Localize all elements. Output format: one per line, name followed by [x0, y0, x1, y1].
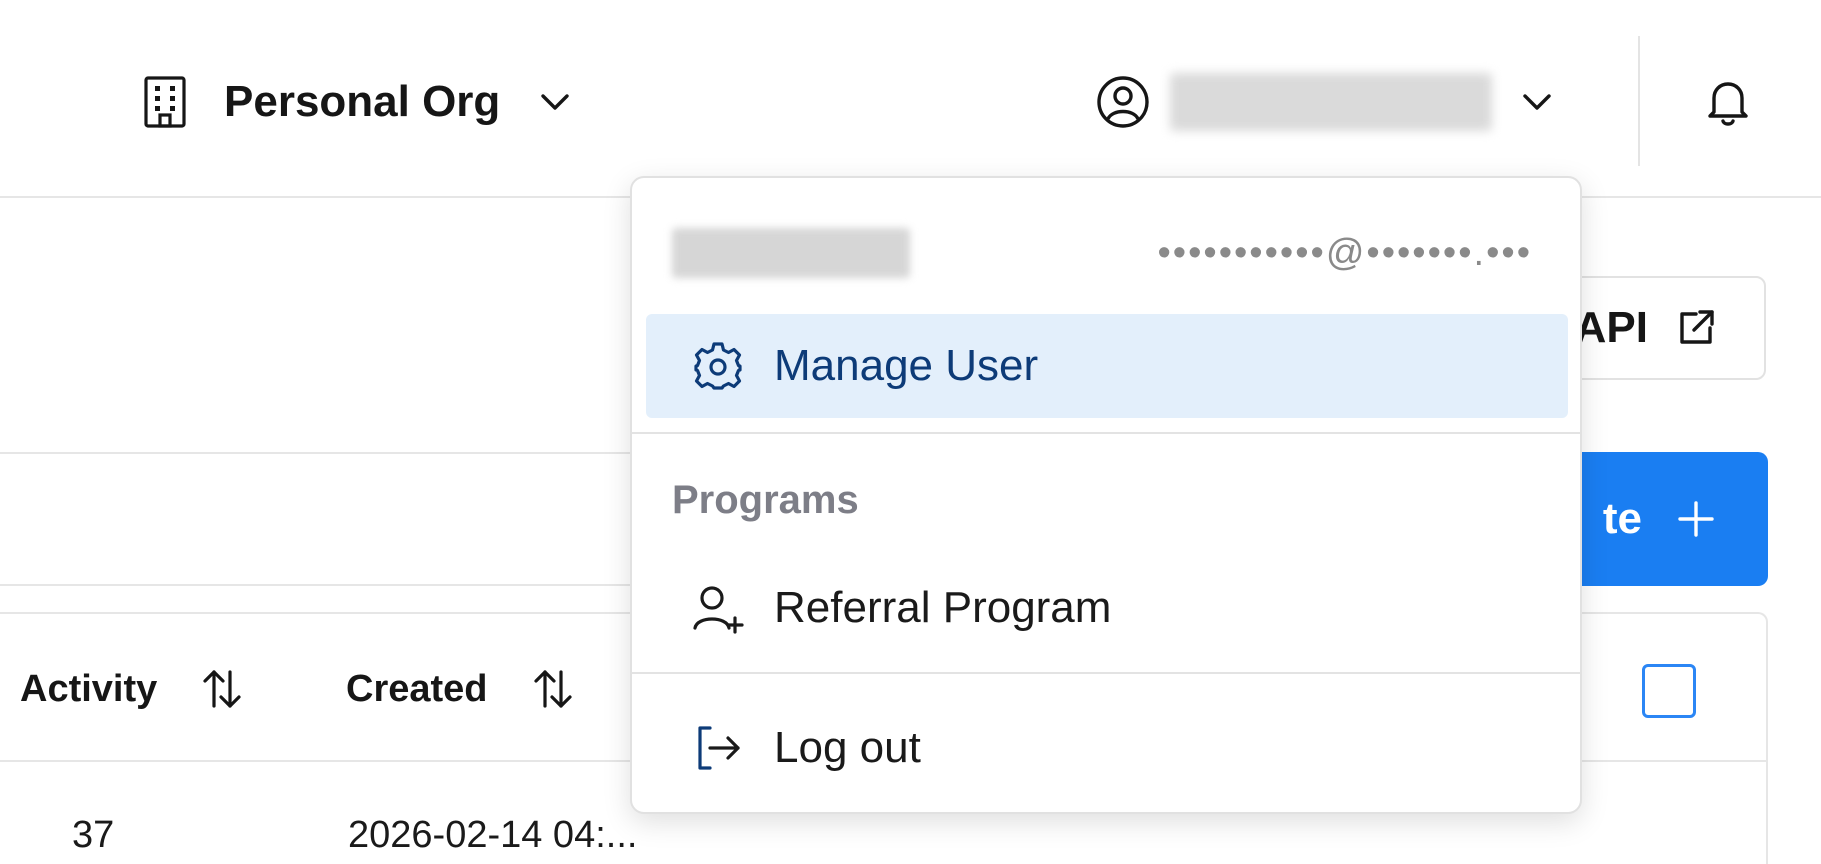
top-header: Personal Org	[0, 0, 1821, 198]
select-all-checkbox[interactable]	[1642, 664, 1696, 718]
programs-section-heading: Programs	[672, 478, 859, 522]
api-button-label: API	[1574, 303, 1648, 352]
dropdown-user-name-redacted	[672, 228, 910, 278]
create-button-label: te	[1602, 494, 1642, 543]
column-header-label: Activity	[20, 667, 158, 710]
referral-program-item[interactable]: Referral Program	[646, 556, 1568, 660]
column-header-created[interactable]: Created	[346, 666, 576, 712]
logout-icon	[698, 726, 740, 770]
column-header-label: Created	[346, 667, 488, 710]
column-header-activity[interactable]: Activity	[20, 666, 245, 712]
user-dropdown-menu: •••••••••••@•••••••.••• Manage User Prog…	[630, 176, 1582, 814]
user-name-redacted	[1170, 73, 1492, 131]
plus-icon	[1678, 501, 1714, 537]
table-cell-activity: 37	[72, 814, 115, 856]
bell-icon[interactable]	[1700, 74, 1756, 130]
chevron-down-icon	[541, 94, 570, 110]
logout-item[interactable]: Log out	[646, 696, 1568, 800]
manage-user-item[interactable]: Manage User	[646, 314, 1568, 418]
sort-icon[interactable]	[530, 666, 576, 712]
menu-divider	[632, 432, 1580, 434]
org-name: Personal Org	[224, 77, 501, 126]
gear-icon	[694, 342, 742, 390]
chevron-down-icon	[1523, 94, 1551, 110]
user-circle-icon	[1097, 76, 1149, 128]
user-plus-icon	[693, 586, 744, 634]
user-menu-trigger[interactable]	[1096, 72, 1556, 132]
table-cell-created: 2026-02-14 04:...	[348, 814, 638, 856]
org-switcher[interactable]: Personal Org	[140, 72, 574, 132]
external-link-icon	[1680, 310, 1714, 344]
header-divider	[1638, 36, 1640, 166]
building-icon	[140, 75, 190, 129]
manage-user-label: Manage User	[774, 341, 1039, 390]
dropdown-user-email: •••••••••••@•••••••.•••	[1157, 232, 1532, 274]
sort-icon[interactable]	[199, 666, 245, 712]
logout-label: Log out	[774, 723, 921, 772]
referral-program-label: Referral Program	[774, 583, 1112, 632]
menu-divider	[632, 672, 1580, 674]
